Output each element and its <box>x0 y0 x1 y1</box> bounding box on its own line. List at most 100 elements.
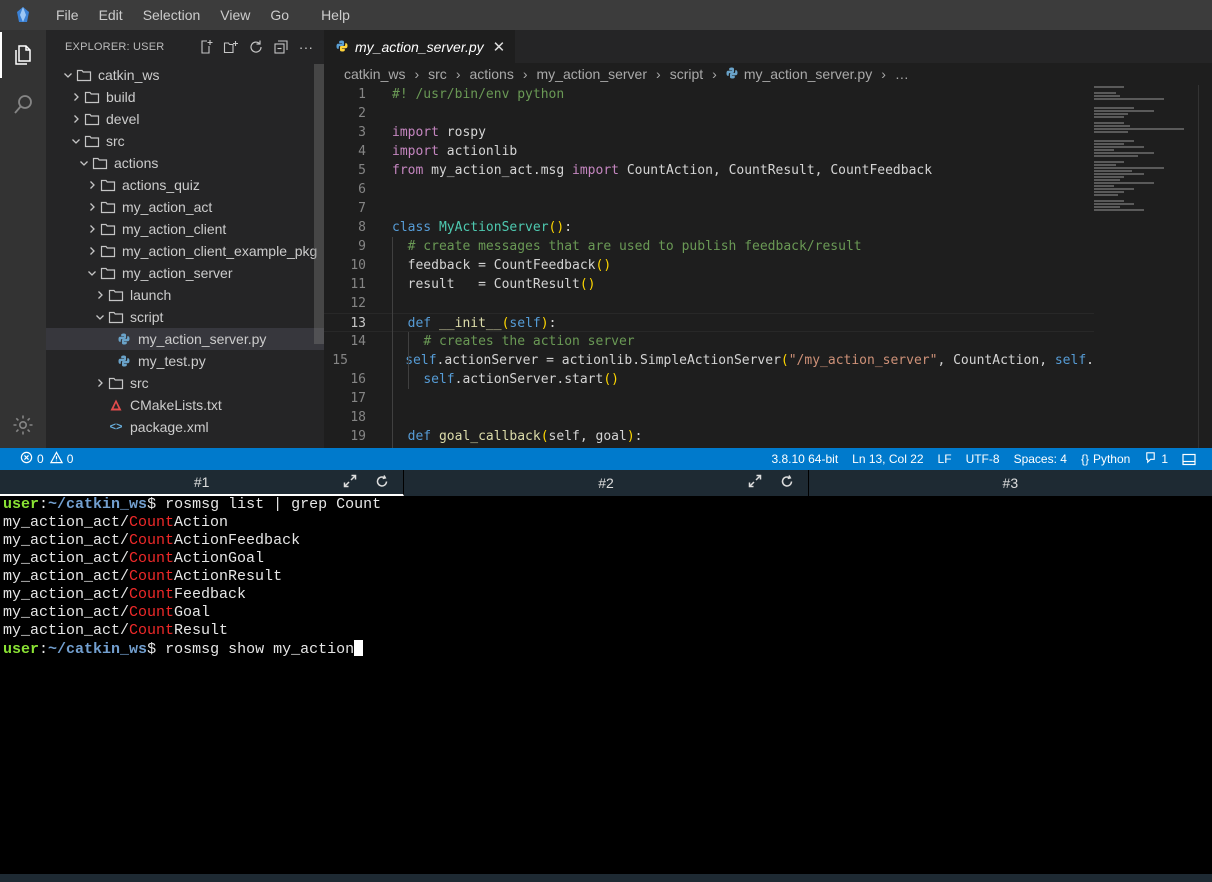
menu-go[interactable]: Go <box>260 0 299 30</box>
tree-item[interactable]: actions <box>46 152 324 174</box>
line-number: 5 <box>358 163 366 178</box>
tree-item[interactable]: script <box>46 306 324 328</box>
end-of-line[interactable]: LF <box>938 452 952 466</box>
terminal-tab-1[interactable]: #1 <box>0 470 405 496</box>
gear-icon[interactable] <box>0 402 46 448</box>
new-file-icon[interactable] <box>198 39 214 55</box>
breadcrumb-separator-icon: › <box>712 66 717 82</box>
breadcrumb-item[interactable]: my_action_server.py <box>744 66 872 82</box>
restart-icon[interactable] <box>780 474 794 491</box>
maximize-icon[interactable] <box>343 474 357 491</box>
terminal[interactable]: user:~/catkin_ws$ rosmsg list | grep Cou… <box>0 496 1212 874</box>
minimap-line <box>1094 125 1130 127</box>
menu-edit[interactable]: Edit <box>89 0 133 30</box>
tree-item[interactable]: my_action_client_example_pkg <box>46 240 324 262</box>
code-text: # creates the action server <box>423 334 635 349</box>
tree-item[interactable]: <> package.xml <box>46 416 324 438</box>
minimap-line <box>1094 173 1144 175</box>
minimap-line <box>1094 185 1114 187</box>
tab-my-action-server[interactable]: my_action_server.py ✕ <box>324 30 516 63</box>
chevron-right-icon <box>84 243 100 259</box>
warning-count: 0 <box>66 452 74 466</box>
cursor-position[interactable]: Ln 13, Col 22 <box>852 452 923 466</box>
tree-item-label: package.xml <box>130 419 209 435</box>
line-number: 15 <box>332 353 348 368</box>
terminal-tab-2[interactable]: #2 <box>404 470 809 496</box>
tree-item-label: src <box>106 133 125 149</box>
breadcrumb-item[interactable]: my_action_server <box>537 66 648 82</box>
tree-item[interactable]: CMakeLists.txt <box>46 394 324 416</box>
code-text: def goal_callback(self, goal): <box>407 429 643 444</box>
code-line: 16 self.actionServer.start() <box>324 370 1094 389</box>
python-interpreter[interactable]: 3.8.10 64-bit <box>771 452 838 466</box>
breadcrumb-separator-icon: › <box>881 66 886 82</box>
search-icon[interactable] <box>0 82 46 128</box>
tree-item[interactable]: my_action_act <box>46 196 324 218</box>
minimap-line <box>1094 167 1164 169</box>
problems-indicator[interactable]: 0 0 <box>20 451 73 467</box>
file-tree: catkin_ws build devel src actions actions_qui… <box>46 64 324 438</box>
folder-icon <box>100 265 116 281</box>
tree-item[interactable]: actions_quiz <box>46 174 324 196</box>
minimap-line <box>1094 131 1128 133</box>
restart-icon[interactable] <box>375 474 389 491</box>
python-file-icon <box>116 331 132 347</box>
cmake-file-icon <box>108 397 124 413</box>
tree-item[interactable]: src <box>46 372 324 394</box>
code-line: 5 from my_action_act.msg import CountActi… <box>324 161 1094 180</box>
breadcrumb-separator-icon: › <box>414 66 420 82</box>
menu-view[interactable]: View <box>210 0 260 30</box>
language-mode[interactable]: {} Python <box>1081 452 1130 466</box>
terminal-command: rosmsg show my_action <box>165 641 355 658</box>
refresh-icon[interactable] <box>248 39 264 55</box>
terminal-tabs: #1 #2 #3 <box>0 470 1212 496</box>
breadcrumb-item[interactable]: actions <box>469 66 513 82</box>
encoding[interactable]: UTF-8 <box>966 452 1000 466</box>
menu-help[interactable]: Help <box>311 0 360 30</box>
code-area[interactable]: 1 #! /usr/bin/env python 2 3 import rospy 4 im… <box>324 85 1094 448</box>
collapse-all-icon[interactable] <box>273 39 289 55</box>
chevron-right-icon <box>68 111 84 127</box>
tree-item[interactable]: src <box>46 130 324 152</box>
breadcrumb-item[interactable]: catkin_ws <box>344 66 405 82</box>
code-text: result = CountResult() <box>392 277 596 292</box>
breadcrumb-item[interactable]: script <box>670 66 703 82</box>
editor-scrollbar[interactable] <box>1198 85 1212 448</box>
close-icon[interactable]: ✕ <box>493 38 506 56</box>
code-line: 8 class MyActionServer(): <box>324 218 1094 237</box>
menu-selection[interactable]: Selection <box>133 0 211 30</box>
tree-item[interactable]: build <box>46 86 324 108</box>
breadcrumb-item[interactable]: src <box>428 66 447 82</box>
tree-item[interactable]: my_action_client <box>46 218 324 240</box>
breadcrumb-item[interactable]: … <box>895 66 909 82</box>
minimap[interactable] <box>1094 85 1198 225</box>
python-file-icon <box>726 66 738 82</box>
notifications[interactable]: 1 <box>1144 451 1168 467</box>
tree-item[interactable]: catkin_ws <box>46 64 324 86</box>
explorer-sidebar: EXPLORER: USER ··· catkin_ws build devel sr… <box>46 30 324 448</box>
more-actions-icon[interactable]: ··· <box>298 39 314 55</box>
tree-item-label: actions <box>114 155 159 171</box>
tree-item-label: src <box>130 375 149 391</box>
sidebar-scrollbar[interactable] <box>314 64 324 344</box>
terminal-tab-3[interactable]: #3 <box>809 470 1212 496</box>
minimap-line <box>1094 149 1114 151</box>
minimap-line <box>1094 203 1134 205</box>
new-folder-icon[interactable] <box>223 39 239 55</box>
tree-item[interactable]: my_test.py <box>46 350 324 372</box>
explorer-icon[interactable] <box>0 32 46 78</box>
tree-item-label: my_action_client <box>122 221 227 237</box>
tree-item-label: CMakeLists.txt <box>130 397 222 413</box>
tree-item[interactable]: my_action_server.py <box>46 328 324 350</box>
layout-icon[interactable] <box>1182 453 1196 466</box>
tree-item[interactable]: devel <box>46 108 324 130</box>
warning-icon <box>49 451 63 467</box>
minimap-line <box>1094 164 1116 166</box>
maximize-icon[interactable] <box>748 474 762 491</box>
indentation[interactable]: Spaces: 4 <box>1014 452 1067 466</box>
menu-file[interactable]: File <box>46 0 89 30</box>
tree-item[interactable]: launch <box>46 284 324 306</box>
minimap-line <box>1094 107 1134 109</box>
tree-item[interactable]: my_action_server <box>46 262 324 284</box>
folder-icon <box>84 133 100 149</box>
